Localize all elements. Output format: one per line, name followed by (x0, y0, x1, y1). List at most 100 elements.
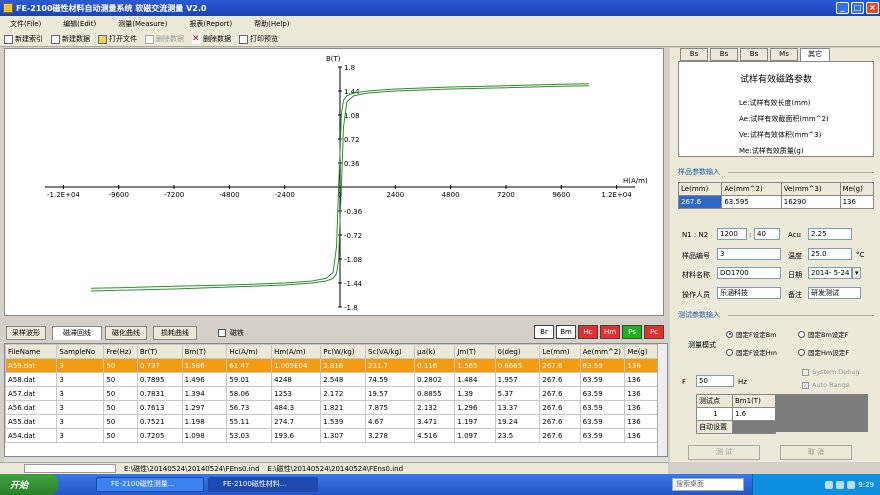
column-header[interactable]: Pc(W/kg) (320, 344, 366, 359)
n1-field[interactable]: 1200 (717, 228, 747, 240)
checkbox-box[interactable] (218, 329, 226, 337)
task-item-1[interactable]: FE-2100磁性测量... (96, 477, 204, 492)
minimize-button[interactable]: _ (836, 2, 849, 14)
operator-field[interactable]: 乐涵科技 (717, 287, 781, 299)
legend-hc-button[interactable]: Hc (578, 325, 598, 339)
magnet-checkbox[interactable]: 磁铁 (218, 328, 244, 338)
radio-dot[interactable] (726, 330, 733, 338)
legend-pc-button[interactable]: Pc (644, 325, 664, 339)
radio-dot[interactable] (798, 348, 805, 356)
sample-value-le[interactable]: 267.6 (677, 195, 723, 209)
tab-bs-2[interactable]: Bs (710, 48, 738, 61)
table-row[interactable]: A59.dat 3 50 0.737 1.586 61.47 1.005E04 2.816 23… (5, 358, 659, 373)
start-button[interactable]: 开始 (0, 474, 58, 495)
radio-fixed-hm-set-f[interactable]: 固定Hm设定F (798, 347, 849, 357)
sample-value-ve[interactable]: 16290 (780, 195, 841, 209)
y-tick-label: -1.44 (344, 280, 363, 288)
radio-dot[interactable] (798, 330, 805, 338)
desktop-search-input[interactable]: 搜索桌面 (672, 478, 744, 491)
freq-field[interactable]: 50 (696, 375, 734, 387)
close-button[interactable]: × (866, 2, 879, 14)
delete-data-button[interactable]: ✕ 删除数据 (192, 34, 231, 44)
table-row[interactable]: A54.dat 3 50 0.7205 1.098 53.03 193.6 1.307 3.27… (5, 428, 659, 443)
table-cell: 5.37 (494, 386, 541, 401)
delete-data-button-disabled[interactable]: 删除数据 (145, 34, 184, 44)
column-header[interactable]: Me(g) (624, 344, 659, 359)
date-dropdown-icon[interactable]: ▾ (852, 267, 861, 279)
tab-loss-curve[interactable]: 损耗曲线 (153, 326, 197, 340)
radio-dot[interactable] (726, 348, 733, 356)
column-header[interactable]: Bm(T) (181, 344, 228, 359)
column-header[interactable]: Br(T) (136, 344, 183, 359)
app-icon (3, 3, 13, 13)
column-header[interactable]: Le(mm) (539, 344, 581, 359)
menu-file[interactable]: 文件(File) (10, 19, 41, 29)
table-row[interactable]: A56.dat 3 50 0.7613 1.297 56.73 484.3 1.821 7.87… (5, 400, 659, 415)
radio-fixed-f-set-hm[interactable]: 固定F设定Hm (726, 347, 777, 357)
new-data-icon (51, 34, 60, 44)
date-field[interactable]: 2014- 5-24 (808, 267, 852, 279)
column-header[interactable]: FileName (5, 344, 58, 359)
acu-field[interactable]: 2.25 (808, 228, 852, 240)
bm-value-cell[interactable]: 1.6 (732, 407, 776, 421)
table-cell: A58.dat (5, 372, 58, 387)
table-cell: 1.005E04 (271, 358, 322, 373)
column-header[interactable]: Hc(A/m) (226, 344, 273, 359)
tab-bs-1[interactable]: Bs (680, 48, 708, 61)
sample-value-me[interactable]: 136 (839, 195, 875, 209)
column-header[interactable]: Sc(VA/kg) (364, 344, 416, 359)
column-header[interactable]: Hm(A/m) (271, 344, 322, 359)
table-row[interactable]: A57.dat 3 50 0.7831 1.394 58.06 1253 2.172 19.57… (5, 386, 659, 401)
tab-hysteresis[interactable]: 磁滞回线 (52, 326, 102, 340)
tray-volume-icon[interactable] (836, 480, 845, 489)
tab-bs-3[interactable]: Bs (740, 48, 768, 61)
table-cell: 0.7521 (136, 414, 183, 429)
maximize-button[interactable]: □ (851, 2, 864, 14)
column-header[interactable]: δ(deg) (494, 344, 541, 359)
new-data-button[interactable]: 新建数据 (51, 34, 90, 44)
cancel-button[interactable]: 取 消 (780, 445, 852, 460)
radio-fixed-f-set-bm[interactable]: 固定F设定Bm (726, 329, 777, 339)
table-row[interactable]: A58.dat 3 50 0.7895 1.496 59.01 4248 2.548 74.59… (5, 372, 659, 387)
auto-range-checkbox[interactable]: ✓ Auto Range (802, 381, 850, 389)
n2-field[interactable]: 40 (754, 228, 780, 240)
column-header[interactable]: Ae(mm^2) (579, 344, 626, 359)
radio-fixed-bm-set-f[interactable]: 固定Bm设定F (798, 329, 849, 339)
legend-bm-button[interactable]: Bm (556, 325, 576, 339)
print-preview-button[interactable]: 打印预览 (239, 34, 278, 44)
legend-ps-button[interactable]: Ps (622, 325, 642, 339)
task-item-2[interactable]: FE-2100磁性材料... (208, 477, 318, 492)
menu-report[interactable]: 报表(Report) (189, 19, 232, 29)
vertical-scrollbar[interactable] (657, 344, 667, 456)
clock: 9:29 (858, 480, 874, 489)
tab-magnetization[interactable]: 磁化曲线 (105, 326, 147, 340)
date-label: 日期 (788, 271, 802, 279)
y-tick-label: -0.72 (344, 232, 362, 240)
menu-edit[interactable]: 编辑(Edit) (63, 19, 96, 29)
material-field[interactable]: DO1700 (717, 267, 781, 279)
remark-field[interactable]: 研发测试 (808, 287, 861, 299)
menu-help[interactable]: 帮助(Help) (254, 19, 289, 29)
table-cell: 74.59 (364, 372, 416, 387)
tab-other[interactable]: 其它 (800, 48, 830, 61)
tray-security-icon[interactable] (847, 480, 856, 489)
tab-waveform[interactable]: 采样波形 (6, 326, 46, 340)
tray-network-icon[interactable] (825, 480, 834, 489)
temp-field[interactable]: 25.0 (808, 248, 852, 260)
test-button[interactable]: 测 试 (688, 445, 760, 460)
open-file-button[interactable]: 打开文件 (98, 34, 137, 44)
sample-no-field[interactable]: 3 (717, 248, 781, 260)
column-header[interactable]: SampleNo (56, 344, 105, 359)
legend-br-button[interactable]: Br (534, 325, 554, 339)
column-header[interactable]: Jm(T) (454, 344, 496, 359)
column-header[interactable]: μa(k) (414, 344, 456, 359)
column-header[interactable]: Fre(Hz) (103, 344, 138, 359)
table-row[interactable]: A55.dat 3 50 0.7521 1.198 55.11 274.7 1.539 4.67… (5, 414, 659, 429)
sample-value-ae[interactable]: 63.595 (721, 195, 782, 209)
new-index-button[interactable]: 新建索引 (4, 34, 43, 44)
auto-set-button[interactable]: 自动设置 (696, 420, 733, 434)
system-debug-checkbox[interactable]: System Debug (802, 368, 860, 376)
tab-ms[interactable]: Ms (770, 48, 798, 61)
legend-hm-button[interactable]: Hm (600, 325, 620, 339)
menu-measure[interactable]: 测量(Measure) (118, 19, 167, 29)
